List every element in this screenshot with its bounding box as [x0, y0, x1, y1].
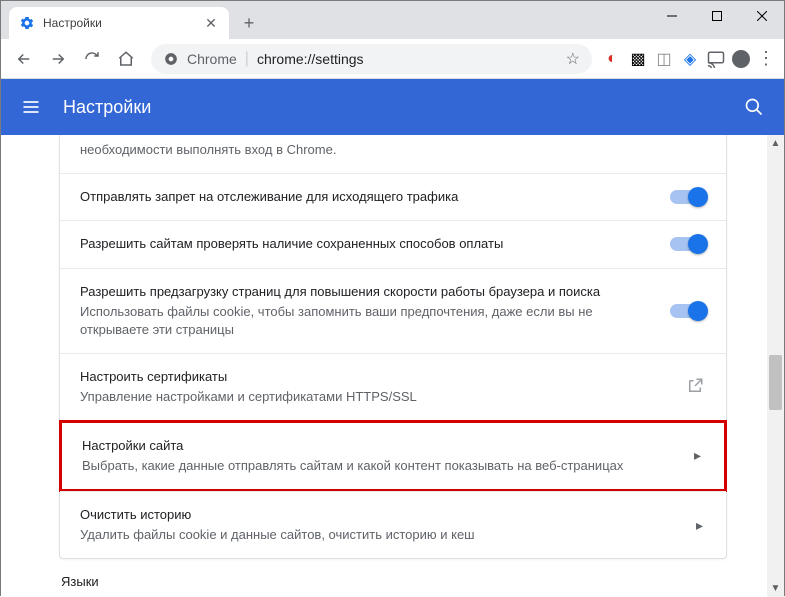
- scroll-down-icon[interactable]: ▼: [767, 580, 784, 597]
- settings-header: Настройки: [1, 79, 784, 135]
- row-title: Настройки сайта: [82, 437, 682, 455]
- forward-button[interactable]: [43, 44, 73, 74]
- row-subtitle: Удалить файлы cookie и данные сайтов, оч…: [80, 526, 684, 544]
- row-title: Настроить сертификаты: [80, 368, 674, 386]
- browser-toolbar: Chrome | chrome://settings ☆ ◐ ▩ ◫ ◈ ⋮: [1, 39, 784, 79]
- chevron-right-icon: ▸: [694, 447, 704, 464]
- hamburger-icon[interactable]: [19, 95, 43, 119]
- close-icon[interactable]: ✕: [203, 15, 219, 31]
- content-area: необходимости выполнять вход в Chrome. О…: [1, 135, 784, 597]
- row-subtitle: Использовать файлы cookie, чтобы запомни…: [80, 303, 658, 339]
- extension-icon[interactable]: ◫: [654, 49, 674, 69]
- reload-button[interactable]: [77, 44, 107, 74]
- gear-icon: [19, 15, 35, 31]
- extension-icon[interactable]: ▩: [628, 49, 648, 69]
- row-do-not-track[interactable]: Отправлять запрет на отслеживание для ис…: [60, 173, 726, 220]
- home-button[interactable]: [111, 44, 141, 74]
- row-title: Отправлять запрет на отслеживание для ис…: [80, 188, 658, 206]
- scroll-up-icon[interactable]: ▲: [767, 135, 784, 152]
- toggle-switch[interactable]: [670, 304, 706, 318]
- extension-icons: ◐ ▩ ◫ ◈ ⋮: [602, 49, 776, 69]
- chevron-right-icon: ▸: [696, 517, 706, 534]
- back-button[interactable]: [9, 44, 39, 74]
- omnibox-separator: |: [245, 50, 249, 68]
- chrome-icon: [163, 51, 179, 67]
- row-title: Очистить историю: [80, 506, 684, 524]
- external-link-icon: [686, 377, 706, 397]
- row-preload-pages[interactable]: Разрешить предзагрузку страниц для повыш…: [60, 268, 726, 354]
- section-languages: Языки: [59, 560, 99, 589]
- omnibox-prefix: Chrome: [187, 51, 237, 67]
- scrollbar[interactable]: ▲ ▼: [767, 135, 784, 597]
- page-title: Настройки: [63, 97, 742, 118]
- minimize-button[interactable]: [649, 1, 694, 31]
- toggle-switch[interactable]: [670, 190, 706, 204]
- scroll-thumb[interactable]: [769, 355, 782, 410]
- row-clear-history[interactable]: Очистить историю Удалить файлы cookie и …: [60, 491, 726, 558]
- row-title: Разрешить предзагрузку страниц для повыш…: [80, 283, 658, 301]
- window-titlebar: Настройки ✕ +: [1, 1, 784, 39]
- row-title: Разрешить сайтам проверять наличие сохра…: [80, 235, 658, 253]
- row-manage-certificates[interactable]: Настроить сертификаты Управление настрой…: [60, 353, 726, 420]
- bookmark-icon[interactable]: ☆: [566, 49, 580, 69]
- row-site-settings[interactable]: Настройки сайта Выбрать, какие данные от…: [59, 420, 727, 492]
- extension-icon[interactable]: ◐: [602, 49, 622, 69]
- tab-title: Настройки: [43, 16, 197, 30]
- row-sync-partial[interactable]: необходимости выполнять вход в Chrome.: [60, 135, 726, 173]
- search-icon[interactable]: [742, 95, 766, 119]
- row-subtitle: Управление настройками и сертификатами H…: [80, 388, 674, 406]
- profile-icon[interactable]: [732, 50, 750, 68]
- row-subtitle: Выбрать, какие данные отправлять сайтам …: [82, 457, 682, 475]
- address-bar[interactable]: Chrome | chrome://settings ☆: [151, 44, 592, 74]
- cast-icon[interactable]: [706, 49, 726, 69]
- menu-icon[interactable]: ⋮: [756, 49, 776, 69]
- row-subtitle: необходимости выполнять вход в Chrome.: [80, 141, 706, 159]
- settings-card: необходимости выполнять вход в Chrome. О…: [59, 135, 727, 559]
- omnibox-url: chrome://settings: [257, 51, 364, 67]
- window-controls: [649, 1, 784, 31]
- extension-icon[interactable]: ◈: [680, 49, 700, 69]
- close-window-button[interactable]: [739, 1, 784, 31]
- browser-tab[interactable]: Настройки ✕: [9, 7, 229, 39]
- new-tab-button[interactable]: +: [235, 9, 263, 37]
- row-payment-check[interactable]: Разрешить сайтам проверять наличие сохра…: [60, 220, 726, 267]
- maximize-button[interactable]: [694, 1, 739, 31]
- toggle-switch[interactable]: [670, 237, 706, 251]
